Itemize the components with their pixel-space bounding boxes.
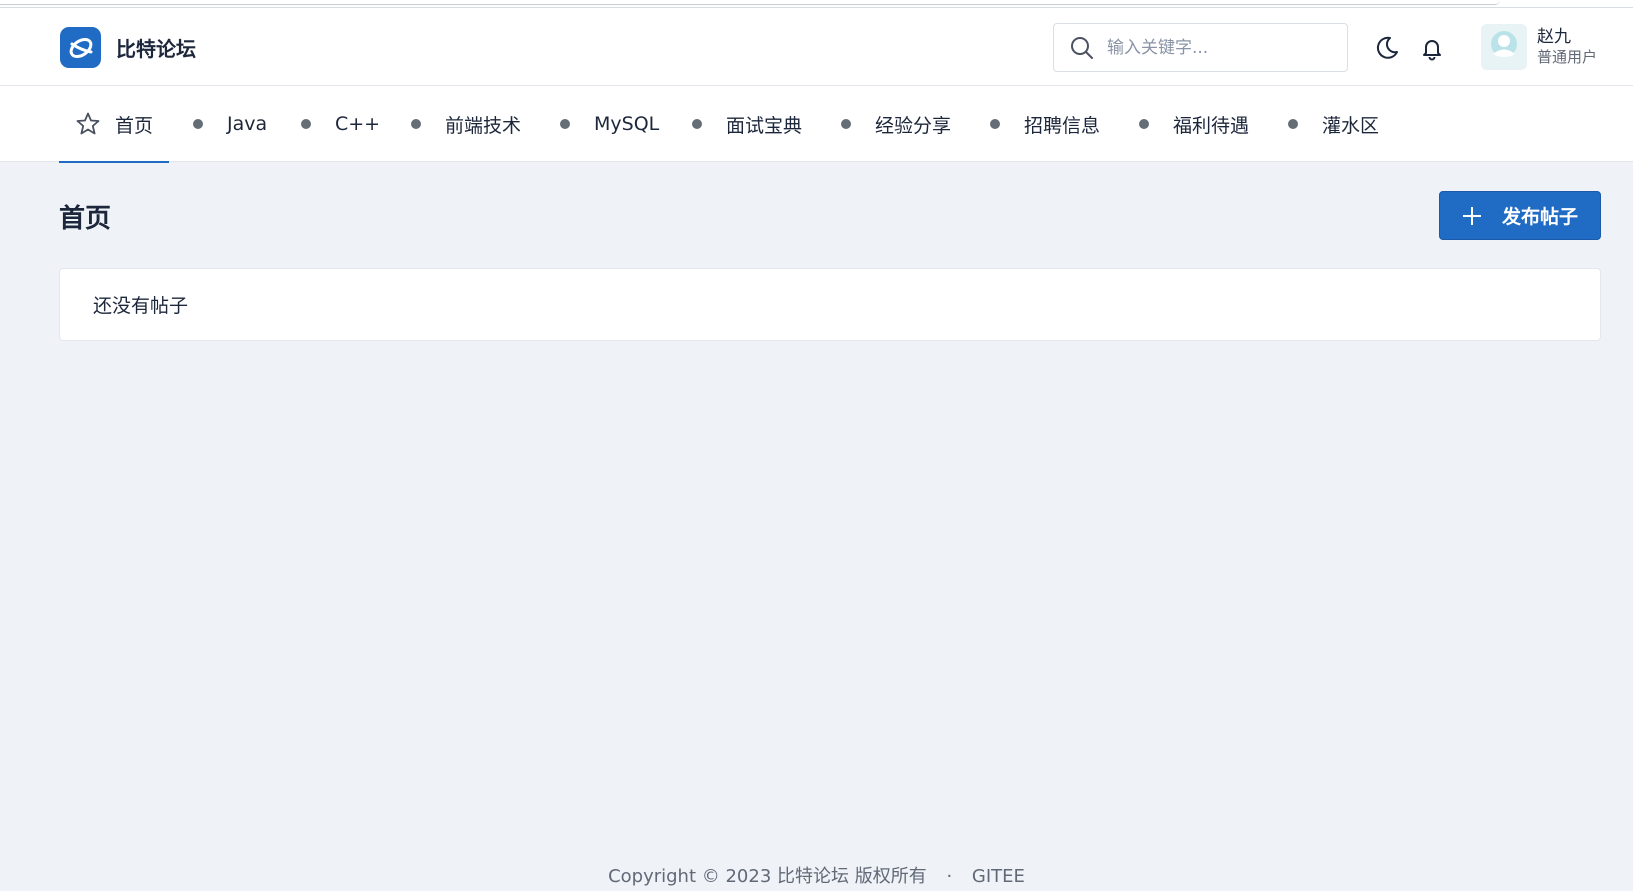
tab-label: C++ [335, 113, 381, 135]
avatar [1481, 24, 1527, 70]
brand[interactable]: 比特论坛 [60, 27, 196, 68]
moon-icon[interactable] [1373, 34, 1401, 62]
tab-experience[interactable]: 经验分享 [841, 86, 951, 162]
tab-label: 招聘信息 [1024, 114, 1101, 137]
star-icon [76, 112, 100, 135]
dot-icon [193, 119, 203, 129]
tab-label: MySQL [594, 113, 660, 135]
dot-icon [990, 119, 1000, 129]
user-role: 普通用户 [1537, 48, 1598, 67]
page-title: 首页 [59, 204, 112, 234]
dot-icon [301, 119, 311, 129]
tab-mysql[interactable]: MySQL [560, 86, 659, 162]
user-menu[interactable]: 赵九 普通用户 [1481, 24, 1597, 70]
tab-label: 福利待遇 [1173, 114, 1250, 137]
bell-icon[interactable] [1418, 34, 1446, 62]
browser-tab-edge [0, 0, 1500, 5]
tab-label: 经验分享 [875, 114, 952, 137]
tab-cpp[interactable]: C++ [301, 86, 380, 162]
browser-top-edge [0, 0, 1633, 8]
footer-separator: · [946, 866, 953, 887]
tab-label: 面试宝典 [726, 114, 803, 137]
publish-post-label: 发布帖子 [1501, 206, 1578, 228]
empty-posts-card: 还没有帖子 [59, 268, 1601, 341]
tab-label: Java [227, 113, 268, 135]
avatar-icon [1481, 24, 1527, 70]
tab-jobs[interactable]: 招聘信息 [990, 86, 1100, 162]
tab-label: 前端技术 [445, 114, 522, 137]
user-name: 赵九 [1537, 27, 1571, 47]
dot-icon [560, 119, 570, 129]
search-icon [1071, 36, 1093, 59]
dot-icon [692, 119, 702, 129]
tab-benefits[interactable]: 福利待遇 [1139, 86, 1249, 162]
search-input[interactable] [1107, 37, 1327, 58]
tab-label: 首页 [115, 114, 154, 137]
dot-icon [1139, 119, 1149, 129]
plus-icon [1462, 206, 1481, 225]
tab-frontend[interactable]: 前端技术 [411, 86, 521, 162]
tab-interview[interactable]: 面试宝典 [692, 86, 802, 162]
brand-name: 比特论坛 [116, 37, 196, 61]
dot-icon [841, 119, 851, 129]
footer: Copyright © 2023 比特论坛 版权所有 · GITEE [0, 862, 1633, 888]
publish-post-button[interactable]: 发布帖子 [1439, 191, 1601, 240]
dot-icon [411, 119, 421, 129]
brand-logo-icon [60, 27, 101, 68]
copyright-text: Copyright © 2023 比特论坛 版权所有 [608, 866, 927, 887]
search-box[interactable] [1053, 23, 1348, 72]
top-navbar: 比特论坛 赵九 普通用户 [0, 8, 1633, 86]
gitee-link[interactable]: GITEE [972, 866, 1025, 887]
dot-icon [1288, 119, 1298, 129]
tab-home[interactable]: 首页 [58, 86, 170, 163]
tab-offtopic[interactable]: 灌水区 [1288, 86, 1379, 162]
tab-label: 灌水区 [1322, 114, 1380, 137]
tab-java[interactable]: Java [193, 86, 267, 162]
category-tabs: 首页 Java C++ 前端技术 MySQL 面试宝典 经验分享 招聘信息 福利… [0, 86, 1633, 163]
empty-posts-text: 还没有帖子 [93, 295, 189, 317]
